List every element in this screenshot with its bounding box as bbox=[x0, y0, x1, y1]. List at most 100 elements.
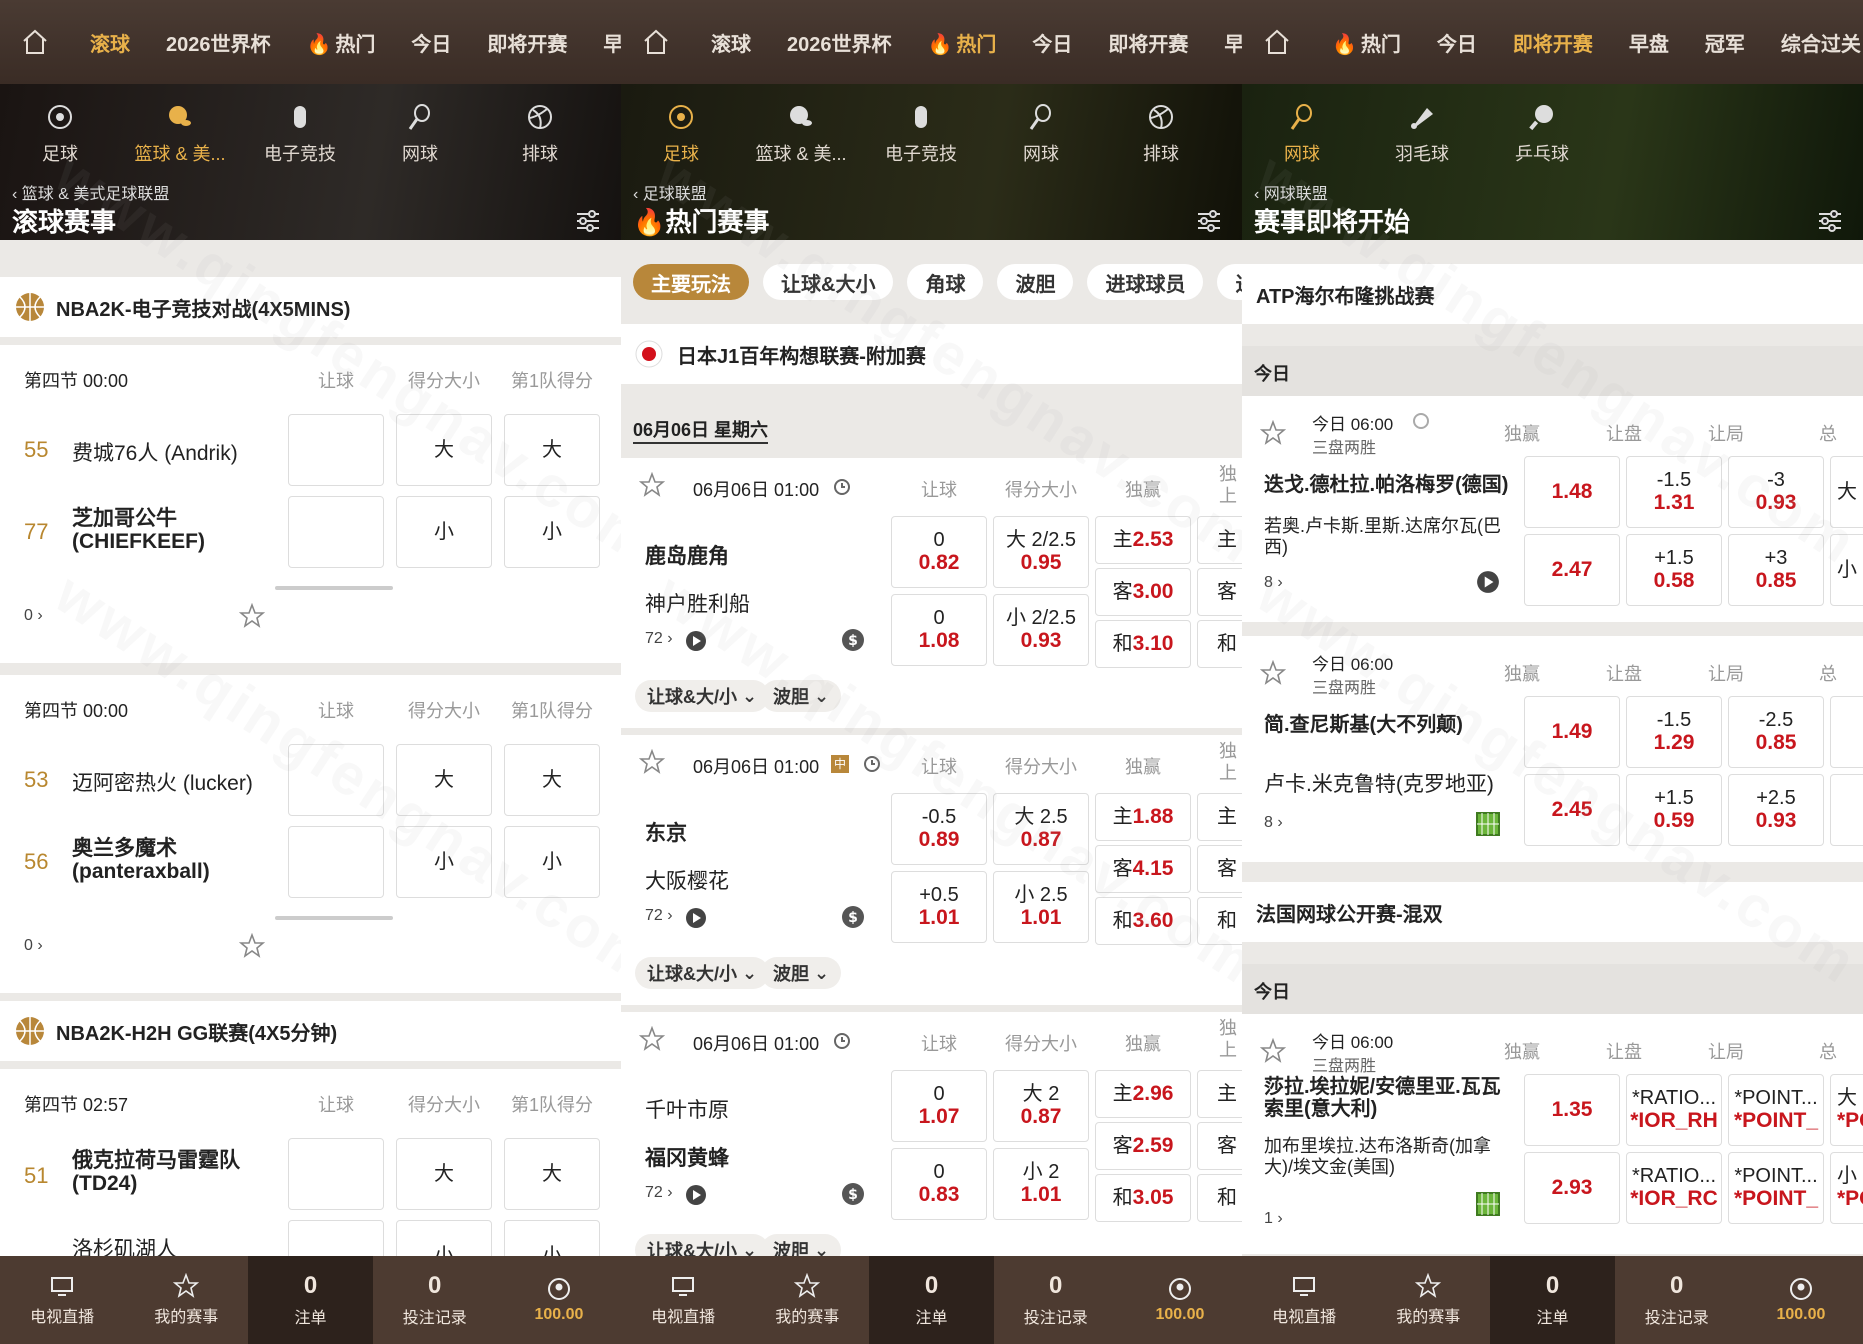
court-icon[interactable] bbox=[1476, 1192, 1500, 1216]
more-markets[interactable]: 0 › bbox=[24, 607, 43, 625]
tab-goalscorer[interactable]: 进球球员 bbox=[1087, 264, 1204, 300]
breadcrumb[interactable]: ‹ 网球联盟 bbox=[1254, 180, 1328, 204]
filter-icon[interactable] bbox=[1817, 210, 1843, 232]
odds-cell-partial[interactable]: 大 bbox=[1830, 456, 1863, 528]
star-icon[interactable] bbox=[239, 933, 265, 959]
odds-cell[interactable]: 小 2.5 1.01 bbox=[993, 871, 1089, 943]
odds-cell[interactable]: 大 bbox=[504, 744, 600, 816]
odds-cell[interactable]: 客 2.59 bbox=[1095, 1122, 1191, 1170]
star-icon[interactable] bbox=[1260, 660, 1286, 686]
odds-cell-partial[interactable] bbox=[1830, 774, 1863, 846]
star-icon[interactable] bbox=[1260, 420, 1286, 446]
star-icon[interactable] bbox=[639, 472, 665, 498]
chip-correct-score[interactable]: 波胆 ⌄ bbox=[761, 680, 842, 712]
nav-live[interactable]: 滚球 bbox=[711, 28, 751, 57]
chip-handicap-total[interactable]: 让球&大/小 ⌄ bbox=[635, 957, 770, 989]
odds-cell[interactable]: 大 2/2.5 0.95 bbox=[993, 516, 1089, 588]
bet-records-button[interactable]: 0 投注记录 bbox=[1615, 1256, 1739, 1344]
account-button[interactable]: 100.00 bbox=[1739, 1256, 1863, 1344]
nav-hot[interactable]: 🔥 热门 bbox=[307, 28, 376, 57]
odds-cell[interactable]: *POINT... *POINT_ bbox=[1728, 1074, 1824, 1146]
odds-cell[interactable]: 客 4.15 bbox=[1095, 845, 1191, 893]
odds-cell-partial[interactable] bbox=[1830, 696, 1863, 768]
odds-cell[interactable]: -1.5 1.31 bbox=[1626, 456, 1722, 528]
nav-hot[interactable]: 🔥 热门 bbox=[1332, 28, 1401, 57]
account-button[interactable]: 100.00 bbox=[497, 1256, 621, 1344]
scroll-indicator[interactable] bbox=[275, 916, 393, 920]
odds-cell[interactable]: 大 bbox=[396, 744, 492, 816]
live-video-icon[interactable] bbox=[685, 1184, 707, 1206]
nav-live[interactable]: 滚球 bbox=[90, 28, 130, 57]
filter-icon[interactable] bbox=[1196, 210, 1222, 232]
odds-cell-partial[interactable]: 小 bbox=[1830, 534, 1863, 606]
nav-today[interactable]: 今日 bbox=[411, 28, 451, 57]
sport-esports[interactable]: 电子竞技 bbox=[240, 102, 360, 166]
sport-table-tennis[interactable]: 乒乓球 bbox=[1482, 102, 1602, 166]
odds-cell[interactable]: 2.45 bbox=[1524, 774, 1620, 846]
odds-cell-partial[interactable]: 主 bbox=[1197, 793, 1242, 841]
odds-cell[interactable]: *RATIO... *IOR_RC bbox=[1626, 1152, 1722, 1224]
odds-cell[interactable]: +1.5 0.58 bbox=[1626, 534, 1722, 606]
odds-cell[interactable]: -2.5 0.85 bbox=[1728, 696, 1824, 768]
nav-outright[interactable]: 冠军 bbox=[1705, 28, 1745, 57]
odds-cell[interactable]: +3 0.85 bbox=[1728, 534, 1824, 606]
court-icon[interactable] bbox=[1476, 812, 1500, 836]
tab-main[interactable]: 主要玩法 bbox=[633, 264, 749, 300]
star-icon[interactable] bbox=[639, 749, 665, 775]
odds-cell[interactable]: 大 bbox=[396, 414, 492, 486]
odds-cell[interactable]: -0.5 0.89 bbox=[891, 793, 987, 865]
odds-cell-empty[interactable] bbox=[288, 826, 384, 898]
odds-cell[interactable]: 小 bbox=[504, 496, 600, 568]
sport-basketball[interactable]: 篮球 & 美... bbox=[741, 102, 861, 166]
league-header[interactable]: 日本J1百年构想联赛-附加赛 bbox=[621, 324, 1242, 384]
odds-cell-empty[interactable] bbox=[288, 1138, 384, 1210]
odds-cell[interactable]: 和 3.60 bbox=[1095, 897, 1191, 945]
odds-cell[interactable]: 客 3.00 bbox=[1095, 568, 1191, 616]
star-icon[interactable] bbox=[639, 1026, 665, 1052]
breadcrumb[interactable]: ‹ 篮球 & 美式足球联盟 bbox=[12, 180, 169, 204]
nav-hot[interactable]: 🔥 热门 bbox=[928, 28, 997, 57]
odds-cell-partial[interactable]: 和 bbox=[1197, 897, 1242, 945]
odds-cell[interactable]: -3 0.93 bbox=[1728, 456, 1824, 528]
nav-parlay[interactable]: 综合过关 bbox=[1781, 28, 1861, 57]
live-video-icon[interactable] bbox=[685, 630, 707, 652]
odds-cell[interactable]: 小 bbox=[396, 496, 492, 568]
nav-today[interactable]: 今日 bbox=[1437, 28, 1477, 57]
sport-tennis[interactable]: 网球 bbox=[981, 102, 1101, 166]
more-markets[interactable]: 0 › bbox=[24, 937, 43, 955]
my-events-button[interactable]: 我的赛事 bbox=[124, 1256, 248, 1344]
sport-volleyball[interactable]: 排球 bbox=[1101, 102, 1221, 166]
odds-cell[interactable]: 小 bbox=[396, 826, 492, 898]
bet-slip-button[interactable]: 0 注单 bbox=[248, 1256, 373, 1344]
odds-cell[interactable]: +2.5 0.93 bbox=[1728, 774, 1824, 846]
live-video-icon[interactable] bbox=[685, 907, 707, 929]
breadcrumb[interactable]: ‹ 足球联盟 bbox=[633, 180, 707, 204]
odds-cell-partial[interactable]: 大*PC bbox=[1830, 1074, 1863, 1146]
odds-cell-partial[interactable]: 客 bbox=[1197, 568, 1242, 616]
home-icon[interactable] bbox=[1262, 22, 1302, 62]
sport-volleyball[interactable]: 排球 bbox=[480, 102, 600, 166]
bet-records-button[interactable]: 0 投注记录 bbox=[994, 1256, 1118, 1344]
league-header[interactable]: 法国网球公开赛-混双 bbox=[1242, 882, 1863, 942]
nav-worldcup[interactable]: 2026世界杯 bbox=[787, 28, 892, 57]
odds-cell[interactable]: 1.48 bbox=[1524, 456, 1620, 528]
bet-slip-button[interactable]: 0 注单 bbox=[869, 1256, 994, 1344]
scroll-indicator[interactable] bbox=[275, 586, 393, 590]
my-events-button[interactable]: 我的赛事 bbox=[1366, 1256, 1490, 1344]
sport-tennis[interactable]: 网球 bbox=[360, 102, 480, 166]
bet-records-button[interactable]: 0 投注记录 bbox=[373, 1256, 497, 1344]
odds-cell[interactable]: -1.5 1.29 bbox=[1626, 696, 1722, 768]
league-header[interactable]: ATP海尔布隆挑战赛 bbox=[1242, 264, 1863, 324]
filter-icon[interactable] bbox=[575, 210, 601, 232]
odds-cell-partial[interactable]: 主 bbox=[1197, 516, 1242, 564]
odds-cell[interactable]: 0 0.83 bbox=[891, 1148, 987, 1220]
odds-cell[interactable]: 大 bbox=[504, 414, 600, 486]
my-events-button[interactable]: 我的赛事 bbox=[745, 1256, 869, 1344]
chip-correct-score[interactable]: 波胆 ⌄ bbox=[761, 957, 842, 989]
live-video-icon[interactable] bbox=[1476, 570, 1500, 594]
odds-cell-empty[interactable] bbox=[288, 496, 384, 568]
odds-cell-partial[interactable]: 和 bbox=[1197, 1174, 1242, 1222]
nav-today[interactable]: 今日 bbox=[1032, 28, 1072, 57]
odds-cell-partial[interactable]: 客 bbox=[1197, 1122, 1242, 1170]
odds-cell[interactable]: 主 2.96 bbox=[1095, 1070, 1191, 1118]
